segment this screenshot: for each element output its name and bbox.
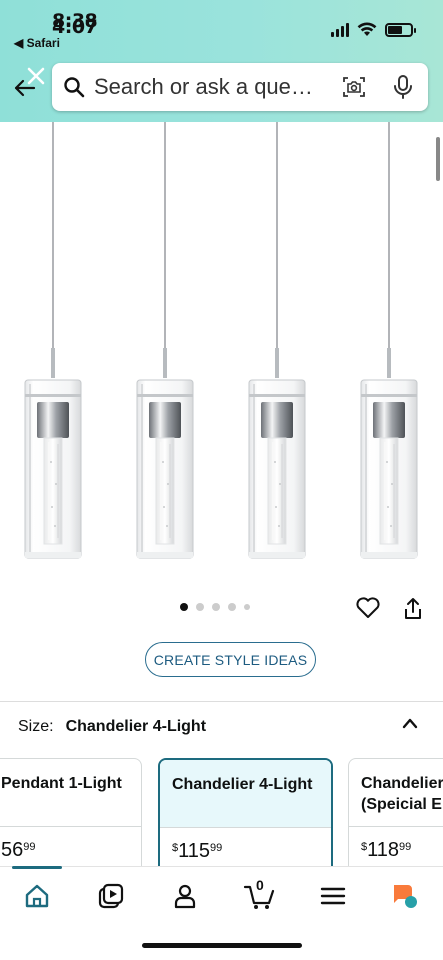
- carousel-dot-active[interactable]: [180, 603, 188, 611]
- back-to-app-link[interactable]: ◀ Safari: [14, 36, 60, 50]
- home-indicator: [142, 943, 302, 948]
- option-title: Pendant 1-Light: [0, 759, 141, 827]
- size-value: Chandelier 4-Light: [65, 718, 207, 735]
- carousel-dot[interactable]: [228, 603, 236, 611]
- screen: 8:38 4:07 ◀ Safari Search or ask a que… …: [0, 0, 443, 960]
- carousel-dot[interactable]: [212, 603, 220, 611]
- size-label: Size:: [18, 718, 54, 735]
- wifi-icon: [357, 22, 377, 36]
- share-icon[interactable]: [401, 596, 425, 622]
- microphone-icon[interactable]: [392, 74, 414, 100]
- menu-icon[interactable]: [318, 881, 348, 911]
- search-input[interactable]: [94, 74, 328, 100]
- search-bar[interactable]: [52, 63, 428, 111]
- divider: [0, 701, 443, 702]
- account-icon[interactable]: [170, 881, 200, 911]
- size-options: Pendant 1-Light 56 99 Chandelier 4-Light …: [0, 756, 443, 866]
- option-title: Chandelier (Speicial E: [349, 759, 443, 827]
- create-style-ideas-button[interactable]: CREATE STYLE IDEAS: [145, 642, 316, 677]
- product-image[interactable]: [0, 121, 443, 592]
- video-icon[interactable]: [96, 881, 126, 911]
- carousel-dot[interactable]: [196, 603, 204, 611]
- option-price: $115 99: [172, 840, 223, 862]
- cart-count: 0: [256, 877, 264, 893]
- pendant-lights-image: [24, 121, 418, 559]
- battery-icon: [385, 22, 416, 37]
- camera-search-icon[interactable]: [342, 75, 366, 99]
- search-icon: [64, 77, 85, 98]
- status-indicators: [331, 22, 416, 37]
- size-option-chandelier-4-light[interactable]: Chandelier 4-Light $115 99: [158, 758, 333, 866]
- home-icon[interactable]: [22, 881, 52, 911]
- heart-icon[interactable]: [355, 596, 381, 620]
- size-selector-header[interactable]: Size: Chandelier 4-Light: [18, 718, 206, 736]
- scroll-indicator[interactable]: [436, 137, 440, 181]
- chevron-up-icon[interactable]: [401, 716, 419, 730]
- carousel-dot[interactable]: [244, 604, 250, 610]
- close-icon[interactable]: [24, 64, 48, 88]
- image-carousel-dots[interactable]: [180, 603, 250, 611]
- size-option-chandelier-special-edition[interactable]: Chandelier (Speicial E $118 99: [348, 758, 443, 866]
- option-price: 56 99: [1, 839, 36, 861]
- ai-assistant-icon[interactable]: [390, 881, 420, 911]
- size-option-pendant-1-light[interactable]: Pendant 1-Light 56 99: [0, 758, 142, 866]
- cellular-signal-icon: [331, 22, 349, 37]
- status-time: 8:38 4:07: [52, 12, 98, 37]
- option-title: Chandelier 4-Light: [160, 760, 331, 828]
- header: 8:38 4:07 ◀ Safari: [0, 0, 443, 122]
- active-tab-indicator: [12, 866, 62, 869]
- status-time-bottom: 4:07: [52, 16, 98, 38]
- option-price: $118 99: [361, 839, 412, 861]
- cart-button[interactable]: 0: [243, 877, 277, 911]
